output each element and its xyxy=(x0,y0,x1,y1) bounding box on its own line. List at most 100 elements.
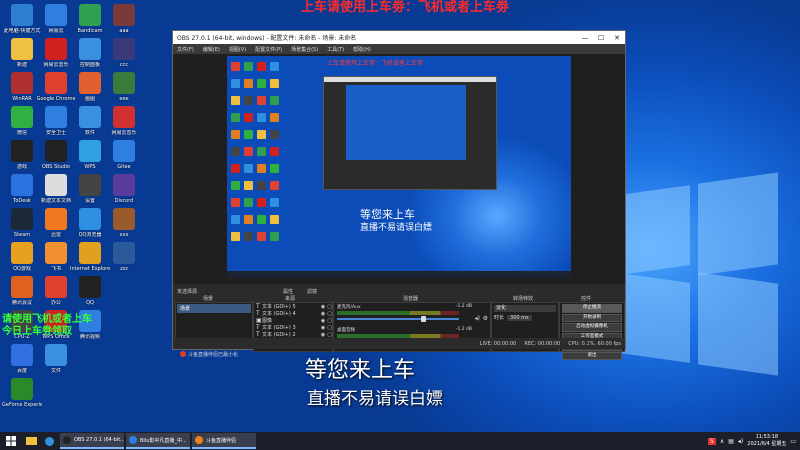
desktop-icon[interactable]: xxx xyxy=(104,208,144,238)
gear-icon[interactable]: ⚙ xyxy=(483,315,488,322)
obs-menubar: 文件(F) 编辑(E) 视图(V) 配置文件(P) 场景集合(S) 工具(T) … xyxy=(173,44,625,54)
lock-icon[interactable]: ▢ xyxy=(327,325,332,331)
menu-view[interactable]: 视图(V) xyxy=(229,46,246,53)
douyu-notification[interactable]: 斗鱼直播伴侣已最小化 xyxy=(180,348,242,360)
tray-chevron-icon[interactable]: ∧ xyxy=(720,438,724,445)
visibility-icon[interactable]: ◉ xyxy=(321,311,325,317)
preview-canvas: 上车请使用上车劵：飞机或者上车劵 等您来上车 直播不易请误白嫖 xyxy=(227,56,571,278)
menu-edit[interactable]: 编辑(E) xyxy=(203,46,220,53)
preview-icon xyxy=(244,232,253,241)
taskbar-app[interactable]: OBS 27.0.1 (64-bit... xyxy=(60,433,124,449)
preview-icon xyxy=(257,181,266,190)
scene-item[interactable]: 场景 xyxy=(177,304,251,313)
volume-slider[interactable] xyxy=(337,316,459,322)
lock-icon[interactable]: ▢ xyxy=(327,304,332,310)
maximize-icon[interactable]: ☐ xyxy=(593,34,609,42)
visibility-icon[interactable]: ◉ xyxy=(321,332,325,338)
desktop-icon[interactable]: Discord xyxy=(104,174,144,204)
status-live: LIVE: 00:00:00 xyxy=(479,340,517,347)
preview-icon xyxy=(257,79,266,88)
app-icon xyxy=(45,72,67,94)
filters-button[interactable]: 滤镜 xyxy=(307,288,317,295)
minimize-icon[interactable]: — xyxy=(577,34,593,42)
source-item[interactable]: T 文本 (GDI+) 4 ◉ ▢ xyxy=(254,310,332,317)
control-button[interactable]: 退出 xyxy=(562,351,622,360)
menu-profile[interactable]: 配置文件(P) xyxy=(255,46,282,53)
ime-icon[interactable]: S xyxy=(708,437,716,445)
duration-field[interactable]: 300 ms xyxy=(507,314,532,321)
obs-preview[interactable]: 上车请使用上车劵：飞机或者上车劵 等您来上车 直播不易请误白嫖 xyxy=(173,54,625,284)
visibility-icon[interactable]: ◉ xyxy=(321,325,325,331)
taskbar-app[interactable]: 斗鱼直播伴侣 xyxy=(192,433,256,449)
app-icon xyxy=(79,276,101,298)
desktop-icon[interactable]: QQ xyxy=(70,276,110,306)
lock-icon[interactable]: ▢ xyxy=(327,311,332,317)
start-button[interactable] xyxy=(0,432,22,450)
desktop-icon-label: 网易云音乐 xyxy=(111,130,137,136)
windows-logo xyxy=(610,170,780,376)
desktop-icon-label: Gitee xyxy=(117,164,131,170)
control-button[interactable]: 停止推流 xyxy=(562,304,622,313)
source-item[interactable]: ▣ 图像 ◉ ▢ xyxy=(254,317,332,324)
desktop-icon[interactable]: eee xyxy=(104,72,144,102)
source-item[interactable]: T 文本 (GDI+) 2 ◉ ▢ xyxy=(254,331,332,338)
desktop-icon[interactable]: Gitee xyxy=(104,140,144,170)
menu-scene-collection[interactable]: 场景集合(S) xyxy=(291,46,318,53)
file-explorer-icon[interactable] xyxy=(22,432,40,450)
source-name: 文本 (GDI+) 3 xyxy=(262,325,296,331)
desktop-icon[interactable]: zzz xyxy=(104,242,144,272)
desktop-icon-label: eee xyxy=(119,96,129,102)
source-name: 文本 (GDI+) 5 xyxy=(262,304,296,310)
visibility-icon[interactable]: ◉ xyxy=(321,304,325,310)
nested-titlebar xyxy=(324,77,496,82)
taskbar-app-icon xyxy=(129,436,137,444)
properties-button[interactable]: 属性 xyxy=(283,288,293,295)
taskbar-app[interactable]: Bilu影中凡直播_中... xyxy=(126,433,190,449)
clock[interactable]: 11:53:18 2021/6/4 星期五 xyxy=(747,434,786,448)
control-button[interactable]: 开始录制 xyxy=(562,313,622,322)
desktop-icon[interactable]: GeForce Experience xyxy=(2,378,42,408)
obs-titlebar[interactable]: OBS 27.0.1 (64-bit, windows) - 配置文件: 未命名… xyxy=(173,31,625,44)
notification-center-icon[interactable]: ▭ xyxy=(790,438,796,445)
visibility-icon[interactable]: ◉ xyxy=(321,318,325,324)
desktop-icon[interactable]: aaa xyxy=(104,4,144,34)
close-icon[interactable]: ✕ xyxy=(609,34,625,42)
taskbar-app-label: Bilu影中凡直播_中... xyxy=(140,437,187,444)
menu-help[interactable]: 帮助(H) xyxy=(353,46,371,53)
desktop-icon[interactable]: 网易云音乐 xyxy=(104,106,144,136)
mixer-db-value: -1.2 dB xyxy=(455,304,472,309)
app-icon xyxy=(113,72,135,94)
preview-icon xyxy=(231,215,240,224)
preview-icon xyxy=(231,113,240,122)
source-item[interactable]: T 文本 (GDI+) 5 ◉ ▢ xyxy=(254,303,332,310)
controls-dock-title: 控件 xyxy=(581,296,592,302)
lock-icon[interactable]: ▢ xyxy=(327,332,332,338)
desktop-icon[interactable]: 文件 xyxy=(36,344,76,374)
desktop-icon-label: GeForce Experience xyxy=(2,402,42,408)
edge-icon[interactable] xyxy=(40,432,58,450)
volume-meter xyxy=(337,311,459,315)
volume-icon[interactable]: ◂) xyxy=(738,438,743,445)
mixer-channel-name: 桌面音频 xyxy=(337,328,355,333)
slider-handle[interactable] xyxy=(421,316,427,322)
network-icon[interactable]: ▤ xyxy=(728,438,734,445)
lock-icon[interactable]: ▢ xyxy=(327,318,332,324)
menu-tools[interactable]: 工具(T) xyxy=(327,46,344,53)
preview-icon xyxy=(270,181,279,190)
menu-file[interactable]: 文件(F) xyxy=(177,46,194,53)
desktop-icon-label: zzz xyxy=(120,266,128,272)
speaker-icon[interactable]: ◂) xyxy=(475,315,480,322)
preview-icon xyxy=(270,113,279,122)
app-icon xyxy=(79,72,101,94)
desktop: 此电脑-快捷方式 新建 WinRAR 微信 游戏 ToDesk Steam QQ游戏 腾讯会议 C… xyxy=(0,0,800,432)
app-icon xyxy=(79,174,101,196)
preview-icon xyxy=(231,62,240,71)
desktop-icon[interactable]: ccc xyxy=(104,38,144,68)
obs-window[interactable]: OBS 27.0.1 (64-bit, windows) - 配置文件: 未命名… xyxy=(172,30,626,360)
desktop-icon-label: aaa xyxy=(119,28,129,34)
source-item[interactable]: T 文本 (GDI+) 3 ◉ ▢ xyxy=(254,324,332,331)
control-button[interactable]: 启动虚拟摄像机 xyxy=(562,323,622,332)
preview-icon xyxy=(257,232,266,241)
transition-select[interactable]: 淡化 xyxy=(494,305,556,312)
status-cpu: CPU: 0.1%, 60.00 fps xyxy=(568,340,621,347)
